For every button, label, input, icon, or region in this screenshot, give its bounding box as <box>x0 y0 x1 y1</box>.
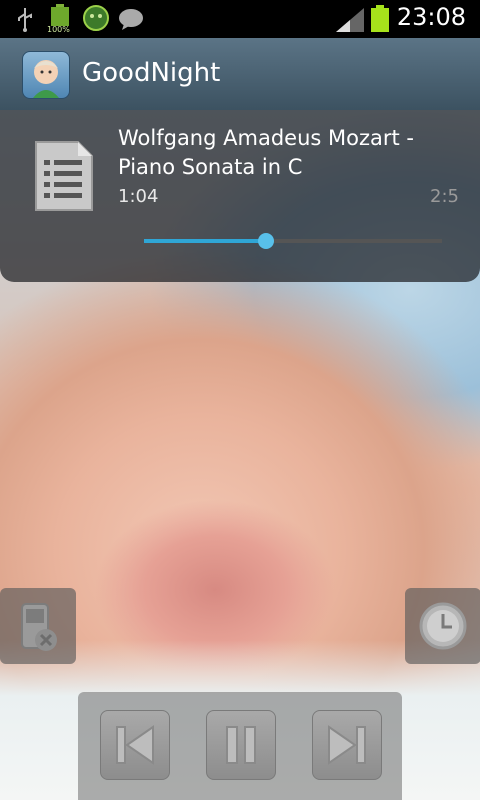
baby-face-icon[interactable] <box>22 51 70 99</box>
pause-button[interactable] <box>206 710 276 780</box>
clock-time: 23:08 <box>396 3 466 31</box>
signal-icon <box>336 8 364 32</box>
phone-mute-button[interactable] <box>0 588 76 664</box>
previous-button[interactable] <box>100 710 170 780</box>
transport-controls <box>78 692 402 800</box>
next-icon <box>328 725 366 765</box>
total-time: 2:5 <box>430 186 459 207</box>
app-title: GoodNight <box>82 58 221 88</box>
seek-progress <box>144 239 267 243</box>
playlist-document-icon[interactable] <box>34 140 94 212</box>
next-button[interactable] <box>312 710 382 780</box>
action-bar: GoodNight <box>0 38 480 111</box>
current-time: 1:04 <box>118 186 159 207</box>
timer-clock-icon <box>419 602 467 650</box>
seek-bar[interactable] <box>144 233 442 249</box>
previous-icon <box>116 725 154 765</box>
player-panel: Wolfgang Amadeus Mozart - Piano Sonata i… <box>0 110 480 282</box>
battery-icon <box>371 5 389 32</box>
phone-mute-icon <box>21 603 57 651</box>
usb-icon <box>18 8 32 32</box>
pause-icon <box>226 726 256 764</box>
track-title: Wolfgang Amadeus Mozart - Piano Sonata i… <box>118 126 414 179</box>
chat-icon <box>119 9 143 30</box>
battery-percent-label: 100% <box>47 25 70 34</box>
status-bar: 100% 23:08 <box>0 0 480 38</box>
sleep-timer-button[interactable] <box>405 588 480 664</box>
android-icon <box>83 5 109 31</box>
battery-full-icon <box>51 4 69 26</box>
